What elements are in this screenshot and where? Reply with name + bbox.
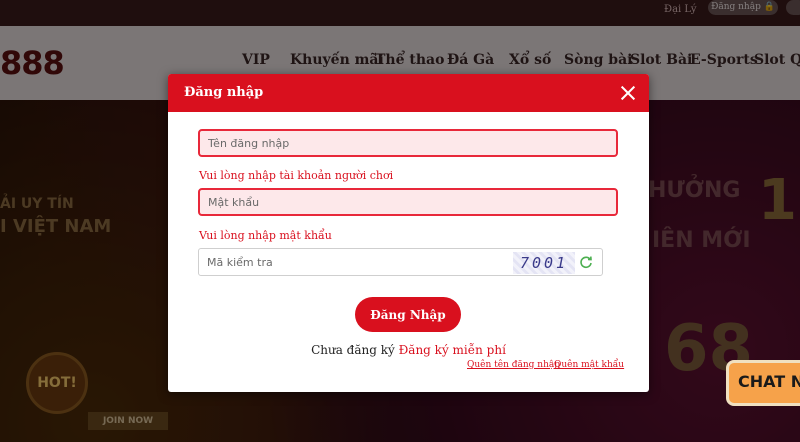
signup-link[interactable]: Đăng ký miễn phí	[399, 343, 506, 357]
username-input[interactable]	[198, 129, 618, 157]
username-error: Vui lòng nhập tài khoản người chơi	[199, 169, 394, 182]
signup-prompt: Chưa đăng ký	[311, 343, 395, 357]
forgot-password-link[interactable]: Quên mật khẩu	[554, 360, 624, 370]
captcha-input[interactable]	[207, 254, 487, 270]
refresh-icon[interactable]	[579, 255, 593, 269]
login-modal: Đăng nhập Vui lòng nhập tài khoản người …	[168, 74, 649, 392]
chat-label: CHAT N	[738, 372, 800, 391]
modal-title: Đăng nhập	[184, 85, 264, 100]
modal-header: Đăng nhập	[168, 74, 649, 112]
captcha-image: 7001	[513, 252, 575, 274]
close-icon[interactable]	[619, 84, 637, 102]
password-error: Vui lòng nhập mật khẩu	[199, 229, 332, 242]
captcha-field: 7001	[198, 248, 603, 276]
login-submit-button[interactable]: Đăng Nhập	[355, 297, 461, 332]
signup-prompt-line: Chưa đăng ký Đăng ký miễn phí	[168, 343, 649, 357]
password-input[interactable]	[198, 188, 618, 216]
live-chat-button[interactable]: CHAT N	[726, 360, 800, 406]
forgot-username-link[interactable]: Quên tên đăng nhập	[467, 360, 560, 370]
